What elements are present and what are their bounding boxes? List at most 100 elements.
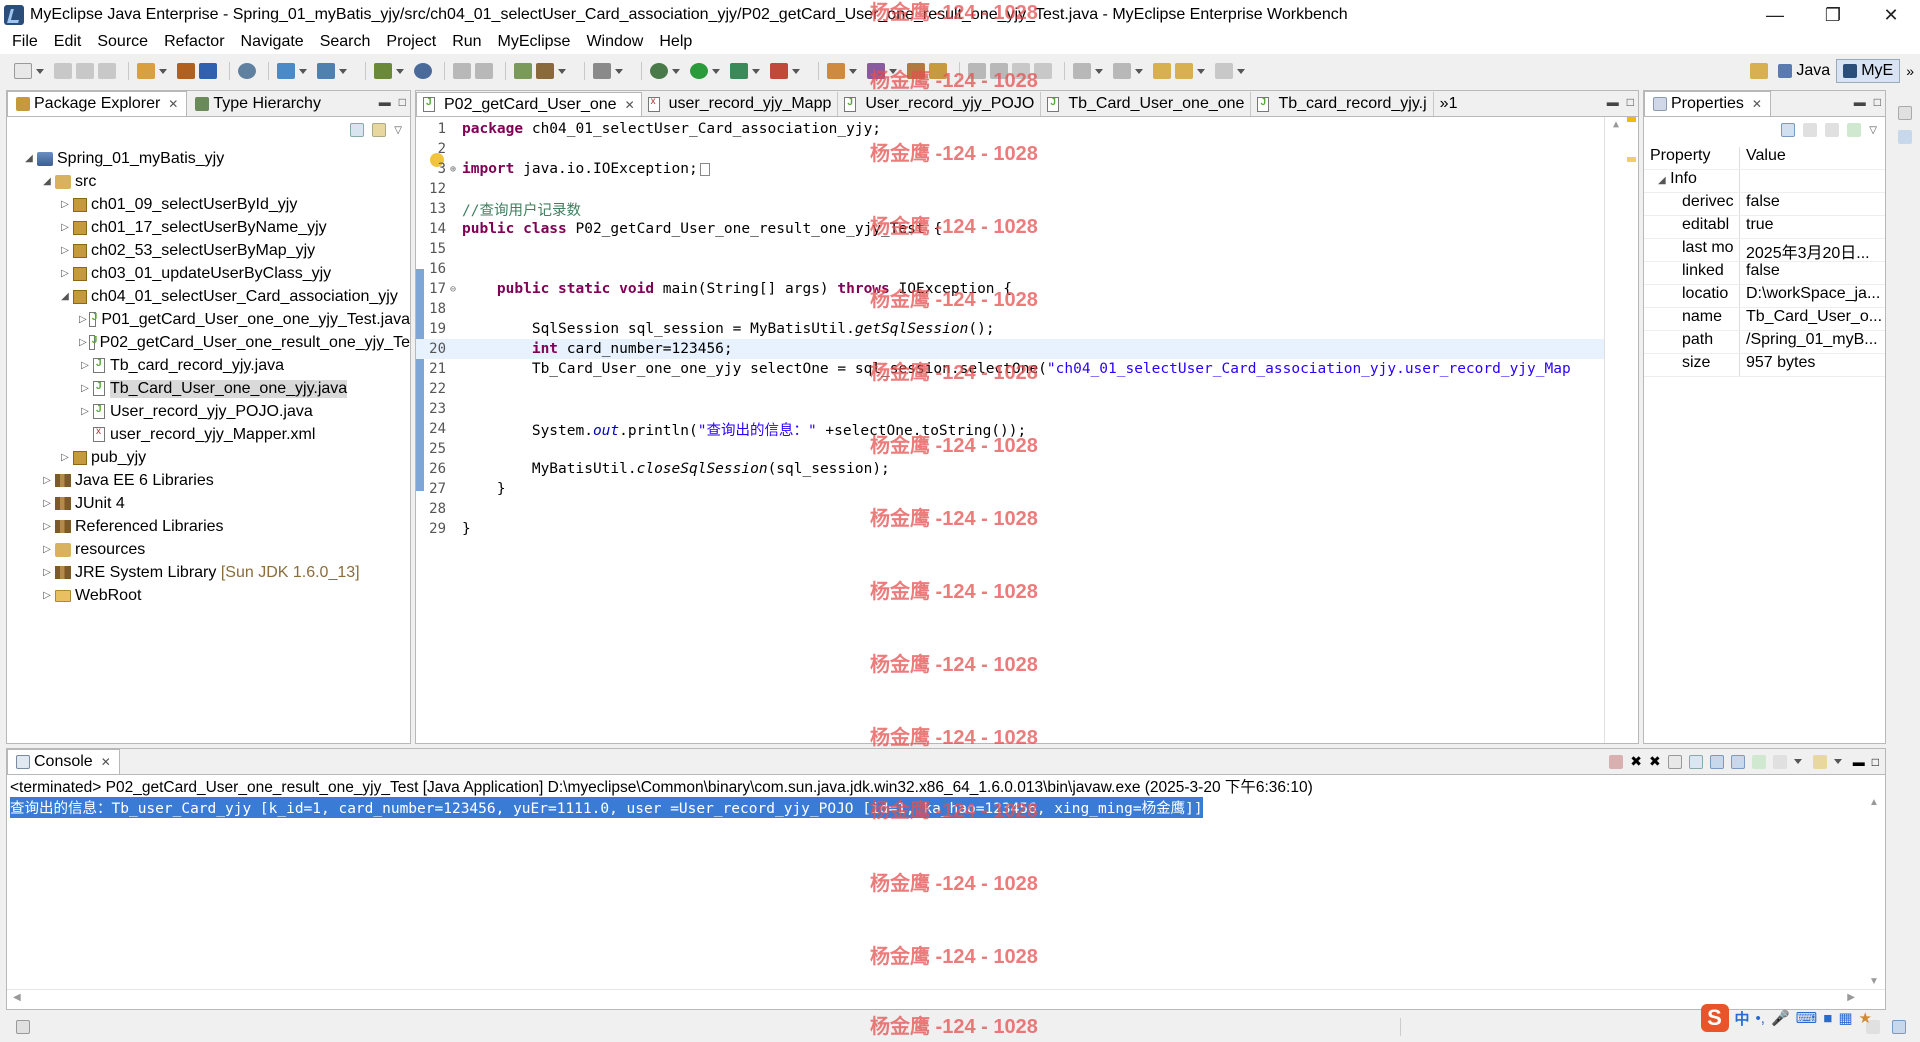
code-line[interactable]: 15 <box>416 239 1638 259</box>
code-line[interactable]: 12 <box>416 179 1638 199</box>
editor-tab[interactable]: User_record_yjy_POJO <box>838 92 1042 116</box>
tree-item-package[interactable]: ▷ ch01_09_selectUserById_yjy <box>7 193 410 216</box>
save-all-icon[interactable] <box>76 63 94 79</box>
tree-item-package[interactable]: ◢ ch04_01_selectUser_Card_association_yj… <box>7 285 410 308</box>
new-package-icon[interactable] <box>536 63 554 79</box>
next-annotation-dropdown[interactable] <box>1095 68 1103 74</box>
perspective-java[interactable]: Java <box>1772 59 1836 83</box>
fold-collapse-icon[interactable]: ⊖ <box>450 284 462 295</box>
gear-debug-icon[interactable] <box>650 63 668 79</box>
collapsed-chevron-icon[interactable]: ▷ <box>41 498 53 509</box>
tree-item-file-selected[interactable]: ▷ Tb_Card_User_one_one_yjy.java <box>7 377 410 400</box>
open-console-icon[interactable] <box>1812 754 1827 769</box>
console-output[interactable]: <terminated> P02_getCard_User_one_result… <box>7 775 1885 1009</box>
collapse-all-icon[interactable] <box>350 123 365 137</box>
editor-tab[interactable]: user_record_yjy_Mapp <box>642 92 839 116</box>
overview-warning-mark[interactable] <box>1627 117 1636 122</box>
new-package-dropdown[interactable] <box>558 68 566 74</box>
ime-language[interactable]: 中 <box>1735 1008 1750 1029</box>
open-perspective-icon[interactable] <box>1750 63 1769 79</box>
tab-console[interactable]: Console ✕ <box>7 749 120 774</box>
save-icon[interactable] <box>54 63 72 79</box>
properties-row[interactable]: size 957 bytes <box>1644 354 1885 377</box>
gear-debug-dropdown[interactable] <box>672 68 680 74</box>
code-line[interactable]: 25 <box>416 439 1638 459</box>
external-tools-dropdown[interactable] <box>615 68 623 74</box>
collapsed-chevron-icon[interactable]: ▷ <box>79 406 91 417</box>
code-line[interactable]: 19 SqlSession sql_session = MyBatisUtil.… <box>416 319 1638 339</box>
properties-row[interactable]: name Tb_Card_User_o... <box>1644 308 1885 331</box>
punctuation-icon[interactable]: •, <box>1756 1010 1765 1027</box>
editor-overview-ruler[interactable]: ▲ <box>1604 117 1638 743</box>
last-edit-icon[interactable] <box>1153 63 1171 79</box>
scroll-up-icon[interactable]: ▲ <box>1869 797 1879 808</box>
new-icon[interactable] <box>14 63 32 79</box>
code-line[interactable]: 29} <box>416 519 1638 539</box>
debug-icon[interactable] <box>374 63 392 79</box>
minimize-button[interactable]: — <box>1746 0 1804 30</box>
display-console-icon[interactable] <box>1772 754 1787 769</box>
maximize-view-icon[interactable]: □ <box>1874 95 1881 109</box>
code-line[interactable]: 23 <box>416 399 1638 419</box>
print-icon[interactable] <box>98 63 116 79</box>
mark-occurrences-icon[interactable] <box>929 63 947 79</box>
perspective-myeclipse[interactable]: MyE <box>1836 59 1901 83</box>
maximize-view-icon[interactable]: □ <box>1872 755 1879 769</box>
console-output-line[interactable]: 查询出的信息：Tb_user_Card_yjy [k_id=1, card_nu… <box>7 796 1885 818</box>
expanded-chevron-icon[interactable]: ◢ <box>41 176 53 187</box>
collapsed-chevron-icon[interactable]: ▷ <box>59 199 71 210</box>
open-type-icon[interactable] <box>137 63 155 79</box>
run-icon[interactable] <box>690 63 708 79</box>
coverage-dropdown[interactable] <box>752 68 760 74</box>
overview-warning-mark[interactable] <box>1627 157 1636 162</box>
show-whitespace-icon[interactable] <box>1034 63 1052 79</box>
code-line[interactable]: 13 //查询用户记录数 <box>416 199 1638 219</box>
new-dropdown[interactable] <box>36 68 44 74</box>
scroll-down-icon[interactable]: ▼ <box>1869 976 1879 987</box>
forward-dropdown[interactable] <box>1237 68 1245 74</box>
close-button[interactable]: ✕ <box>1862 0 1920 30</box>
restore-trim-icon[interactable] <box>1892 1020 1906 1034</box>
tree-item-file[interactable]: ▷ Tb_card_record_yjy.java <box>7 354 410 377</box>
scroll-right-icon[interactable]: ▶ <box>1847 992 1855 1003</box>
deploy-icon[interactable] <box>199 63 217 79</box>
open-task-icon[interactable] <box>827 63 845 79</box>
tree-item-project[interactable]: ◢ Spring_01_myBatis_yjy <box>7 147 410 170</box>
tree-item-jre[interactable]: ▷ JRE System Library [Sun JDK 1.6.0_13] <box>7 561 410 584</box>
editor-tab-overflow[interactable]: »1 <box>1434 92 1464 116</box>
skin-icon[interactable]: ■ <box>1823 1010 1832 1027</box>
open-console-dropdown[interactable] <box>1833 759 1842 764</box>
snippet-icon[interactable] <box>907 63 925 79</box>
menu-refactor[interactable]: Refactor <box>156 33 232 51</box>
open-task-dropdown[interactable] <box>849 68 857 74</box>
show-advanced-icon[interactable] <box>1803 123 1818 137</box>
code-line-current[interactable]: 20 int card_number=123456; <box>416 339 1638 359</box>
view-menu-chevron-down-icon[interactable]: ▽ <box>394 125 402 136</box>
menu-window[interactable]: Window <box>578 33 651 51</box>
code-line[interactable]: 24 System.out.println("查询出的信息：" +selectO… <box>416 419 1638 439</box>
scroll-lock-icon[interactable] <box>1688 754 1703 769</box>
view-menu-chevron-down-icon[interactable]: ▽ <box>1869 125 1877 136</box>
tree-item-resources[interactable]: ▷ resources <box>7 538 410 561</box>
scroll-left-icon[interactable]: ◀ <box>13 992 21 1003</box>
code-line[interactable]: 18 <box>416 299 1638 319</box>
tree-item-package[interactable]: ▷ ch01_17_selectUserByName_yjy <box>7 216 410 239</box>
external-tools-icon[interactable] <box>593 63 611 79</box>
forward-icon[interactable] <box>1215 63 1233 79</box>
clear-console-icon[interactable] <box>1667 754 1682 769</box>
menu-source[interactable]: Source <box>89 33 156 51</box>
tree-item-file[interactable]: ▷ User_record_yjy_POJO.java <box>7 400 410 423</box>
properties-row[interactable]: linked false <box>1644 262 1885 285</box>
toolbox-icon[interactable]: ▦ <box>1838 1009 1852 1027</box>
forward-history-icon[interactable] <box>475 63 493 79</box>
next-annotation-icon[interactable] <box>1073 63 1091 79</box>
editor-tab[interactable]: Tb_Card_User_one_one <box>1041 92 1252 116</box>
link-with-editor-icon[interactable] <box>372 123 387 137</box>
expanded-chevron-icon[interactable]: ◢ <box>59 291 71 302</box>
minimize-view-icon[interactable]: ▬ <box>1853 755 1865 769</box>
open-type-dropdown[interactable] <box>159 68 167 74</box>
remove-launch-icon[interactable]: ✖ <box>1630 753 1642 770</box>
close-icon[interactable]: ✕ <box>168 97 178 111</box>
collapsed-chevron-icon[interactable]: ▷ <box>59 245 71 256</box>
minimize-view-icon[interactable]: ▬ <box>1854 95 1866 109</box>
